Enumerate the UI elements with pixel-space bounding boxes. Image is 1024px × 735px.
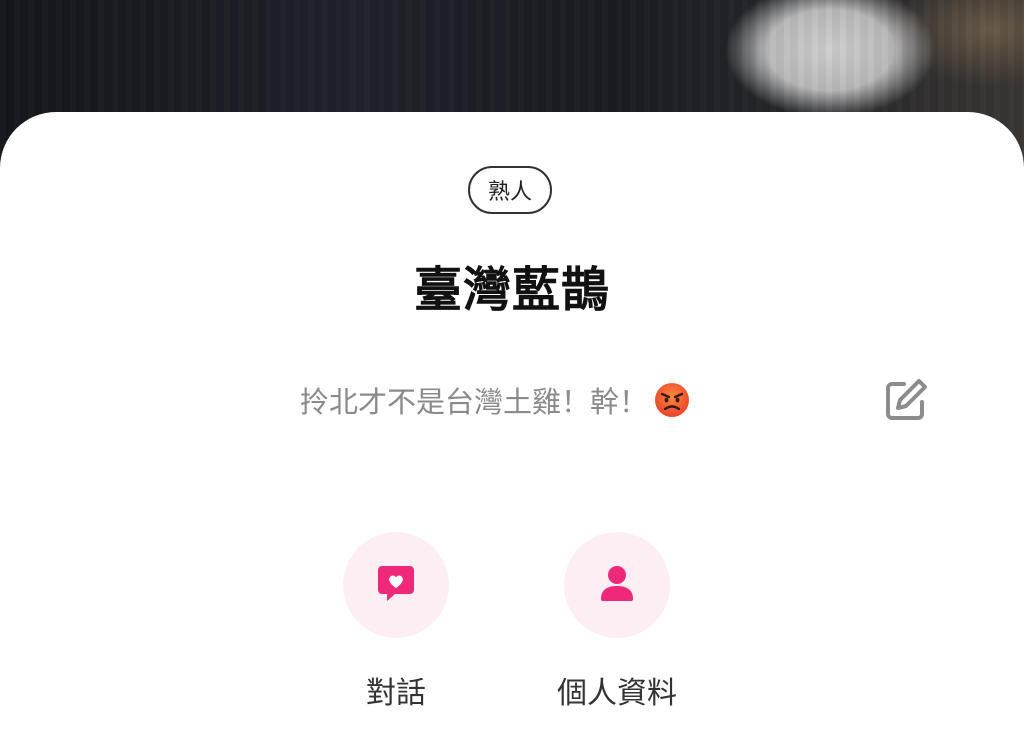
chat-action-label: 對話 [366,676,426,711]
profile-action-label: 個人資料 [557,676,677,711]
status-text: 拎北才不是台灣土雞！幹！ [300,385,649,419]
profile-name: 臺灣藍鵲 [413,262,610,318]
profile-sheet: 熟人 臺灣藍鵲 拎北才不是台灣土雞！幹！ 對話 個人資料 [0,112,1024,735]
chat-action-circle[interactable] [343,532,449,638]
edit-icon [882,376,930,428]
profile-action-button[interactable]: 個人資料 [547,532,687,712]
status-message: 拎北才不是台灣土雞！幹！ [300,378,690,422]
chat-heart-icon [375,562,417,608]
profile-action-circle[interactable] [564,532,670,638]
angry-face-emoji-icon [654,382,690,418]
relation-badge-label: 熟人 [487,180,532,205]
edit-status-button[interactable] [880,376,932,428]
relation-badge: 熟人 [468,166,552,214]
person-icon [596,562,638,608]
chat-action-button[interactable]: 對話 [326,532,466,712]
